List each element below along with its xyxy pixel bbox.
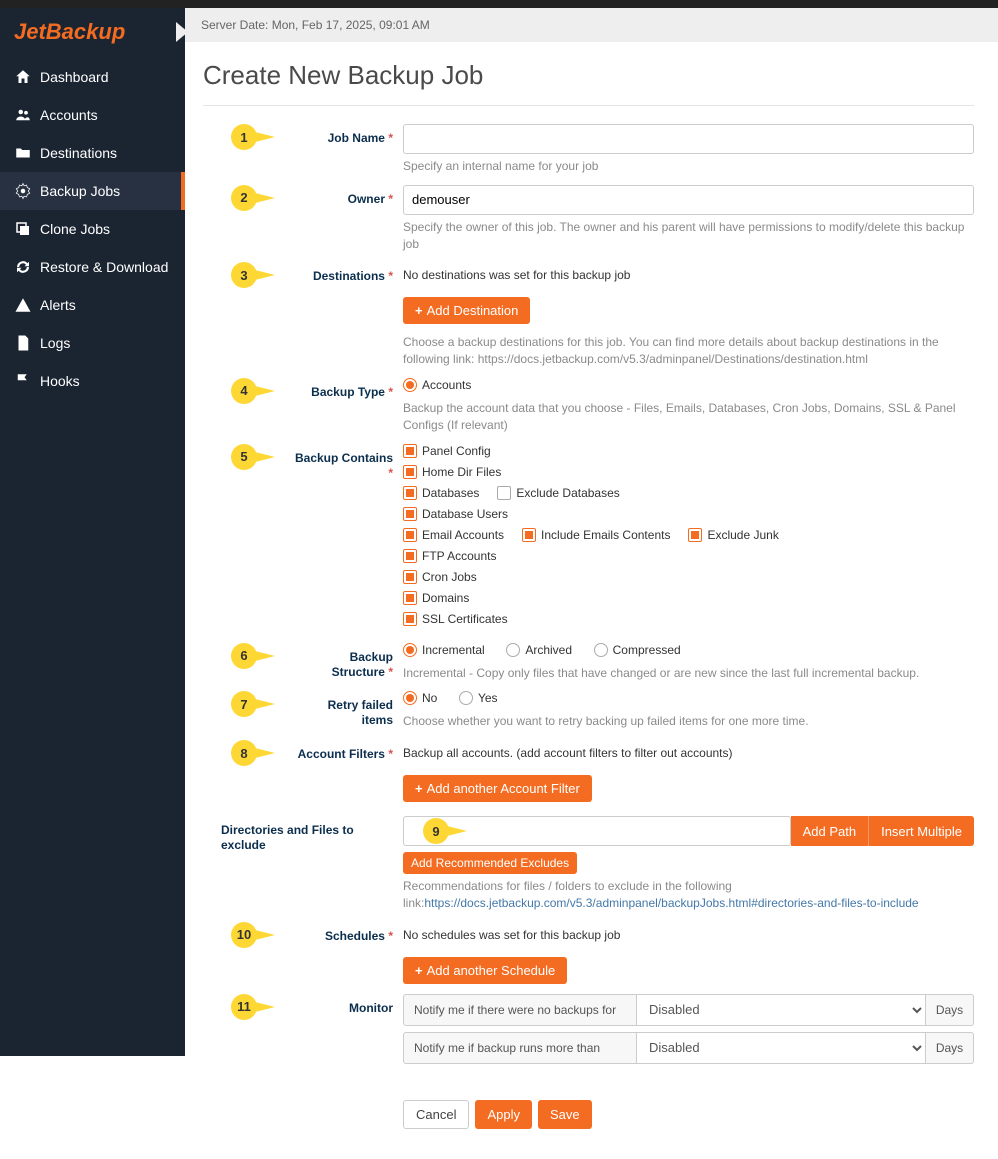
monitor-no-backups-label: Notify me if there were no backups for	[403, 994, 637, 1026]
sidebar-item-backup-jobs[interactable]: Backup Jobs	[0, 172, 185, 210]
logo-pointer-icon	[176, 22, 188, 42]
radio-archived[interactable]: Archived	[506, 643, 572, 657]
add-schedule-button[interactable]: +Add another Schedule	[403, 957, 567, 984]
callout-3: 3	[231, 262, 265, 288]
callout-10: 10	[231, 922, 265, 948]
server-date: Server Date: Mon, Feb 17, 2025, 09:01 AM	[185, 8, 998, 42]
job-name-input[interactable]	[403, 124, 974, 154]
exclude-path-input[interactable]	[403, 816, 791, 846]
callout-2: 2	[231, 185, 265, 211]
check-exclude-junk[interactable]: Exclude Junk	[688, 528, 778, 542]
monitor-days-unit: Days	[926, 994, 974, 1026]
callout-5: 5	[231, 444, 265, 470]
home-icon	[14, 68, 32, 86]
page-title: Create New Backup Job	[203, 60, 974, 91]
cancel-button[interactable]: Cancel	[403, 1100, 469, 1129]
label-job-name: Job Name *	[328, 131, 393, 145]
owner-input[interactable]	[403, 185, 974, 215]
sync-icon	[14, 258, 32, 276]
check-domains[interactable]: Domains	[403, 591, 469, 605]
filters-status: Backup all accounts. (add account filter…	[403, 740, 733, 760]
callout-11: 11	[231, 994, 265, 1020]
callout-1: 1	[231, 124, 265, 150]
check-panel-config[interactable]: Panel Config	[403, 444, 491, 458]
monitor-runs-more-label: Notify me if backup runs more than	[403, 1032, 637, 1064]
sidebar-item-alerts[interactable]: Alerts	[0, 286, 185, 324]
save-button[interactable]: Save	[538, 1100, 592, 1129]
insert-multiple-button[interactable]: Insert Multiple	[868, 816, 974, 846]
callout-4: 4	[231, 378, 265, 404]
callout-6: 6	[231, 643, 265, 669]
destinations-status: No destinations was set for this backup …	[403, 262, 630, 282]
callout-7: 7	[231, 691, 265, 717]
main-content: Server Date: Mon, Feb 17, 2025, 09:01 AM…	[185, 8, 998, 1159]
sidebar-item-hooks[interactable]: Hooks	[0, 362, 185, 400]
svg-text:JetBackup: JetBackup	[14, 19, 125, 44]
monitor-days-unit-2: Days	[926, 1032, 974, 1064]
hint-backup-type: Backup the account data that you choose …	[403, 400, 974, 434]
hint-retry: Choose whether you want to retry backing…	[403, 713, 974, 730]
clone-icon	[14, 220, 32, 238]
radio-compressed[interactable]: Compressed	[594, 643, 681, 657]
top-bar	[0, 0, 998, 8]
check-ssl-certificates[interactable]: SSL Certificates	[403, 612, 508, 626]
sidebar-item-restore-download[interactable]: Restore & Download	[0, 248, 185, 286]
sidebar-item-logs[interactable]: Logs	[0, 324, 185, 362]
hint-exclude: Recommendations for files / folders to e…	[403, 878, 974, 912]
apply-button[interactable]: Apply	[475, 1100, 532, 1129]
hint-structure: Incremental - Copy only files that have …	[403, 665, 974, 682]
jetbackup-logo-icon: JetBackup	[14, 18, 169, 46]
warning-icon	[14, 296, 32, 314]
label-account-filters: Account Filters *	[298, 747, 393, 761]
label-schedules: Schedules *	[325, 929, 393, 943]
check-cron-jobs[interactable]: Cron Jobs	[403, 570, 477, 584]
hint-job-name: Specify an internal name for your job	[403, 158, 974, 175]
label-destinations: Destinations *	[313, 269, 393, 283]
folder-icon	[14, 144, 32, 162]
radio-retry-yes[interactable]: Yes	[459, 691, 498, 705]
label-monitor: Monitor	[349, 1001, 393, 1015]
sidebar-item-accounts[interactable]: Accounts	[0, 96, 185, 134]
monitor-runs-more-select[interactable]: Disabled	[637, 1032, 926, 1064]
schedules-status: No schedules was set for this backup job	[403, 922, 620, 942]
radio-accounts-input[interactable]	[403, 378, 417, 392]
check-exclude-databases[interactable]: Exclude Databases	[497, 486, 619, 500]
check-databases[interactable]: Databases	[403, 486, 479, 500]
label-retry: Retry failed items	[328, 698, 393, 727]
add-path-button[interactable]: Add Path	[791, 816, 869, 846]
radio-backup-type-accounts[interactable]: Accounts	[403, 378, 471, 392]
label-backup-contains: Backup Contains *	[295, 451, 393, 480]
callout-8: 8	[231, 740, 265, 766]
radio-retry-no[interactable]: No	[403, 691, 437, 705]
users-icon	[14, 106, 32, 124]
nav-list: Dashboard Accounts Destinations Backup J…	[0, 58, 185, 400]
label-backup-type: Backup Type *	[311, 385, 393, 399]
check-ftp-accounts[interactable]: FTP Accounts	[403, 549, 496, 563]
check-home-dir-files[interactable]: Home Dir Files	[403, 465, 501, 479]
sidebar-item-clone-jobs[interactable]: Clone Jobs	[0, 210, 185, 248]
radio-incremental[interactable]: Incremental	[403, 643, 485, 657]
add-destination-button[interactable]: +Add Destination	[403, 297, 530, 324]
label-owner: Owner *	[348, 192, 393, 206]
flag-icon	[14, 372, 32, 390]
sidebar: JetBackup Dashboard Accounts Destination…	[0, 8, 185, 1056]
exclude-docs-link[interactable]: https://docs.jetbackup.com/v5.3/adminpan…	[424, 896, 918, 910]
sidebar-item-destinations[interactable]: Destinations	[0, 134, 185, 172]
add-recommended-excludes-button[interactable]: Add Recommended Excludes	[403, 852, 577, 874]
sidebar-item-dashboard[interactable]: Dashboard	[0, 58, 185, 96]
hint-owner: Specify the owner of this job. The owner…	[403, 219, 974, 253]
hint-destinations: Choose a backup destinations for this jo…	[403, 334, 974, 368]
file-icon	[14, 334, 32, 352]
check-include-email-contents[interactable]: Include Emails Contents	[522, 528, 670, 542]
monitor-no-backups-select[interactable]: Disabled	[637, 994, 926, 1026]
check-database-users[interactable]: Database Users	[403, 507, 508, 521]
cog-icon	[14, 182, 32, 200]
check-email-accounts[interactable]: Email Accounts	[403, 528, 504, 542]
logo: JetBackup	[0, 8, 185, 58]
label-backup-structure: Backup Structure *	[332, 650, 393, 679]
label-exclude: Directories and Files to exclude	[221, 823, 354, 852]
add-account-filter-button[interactable]: +Add another Account Filter	[403, 775, 592, 802]
